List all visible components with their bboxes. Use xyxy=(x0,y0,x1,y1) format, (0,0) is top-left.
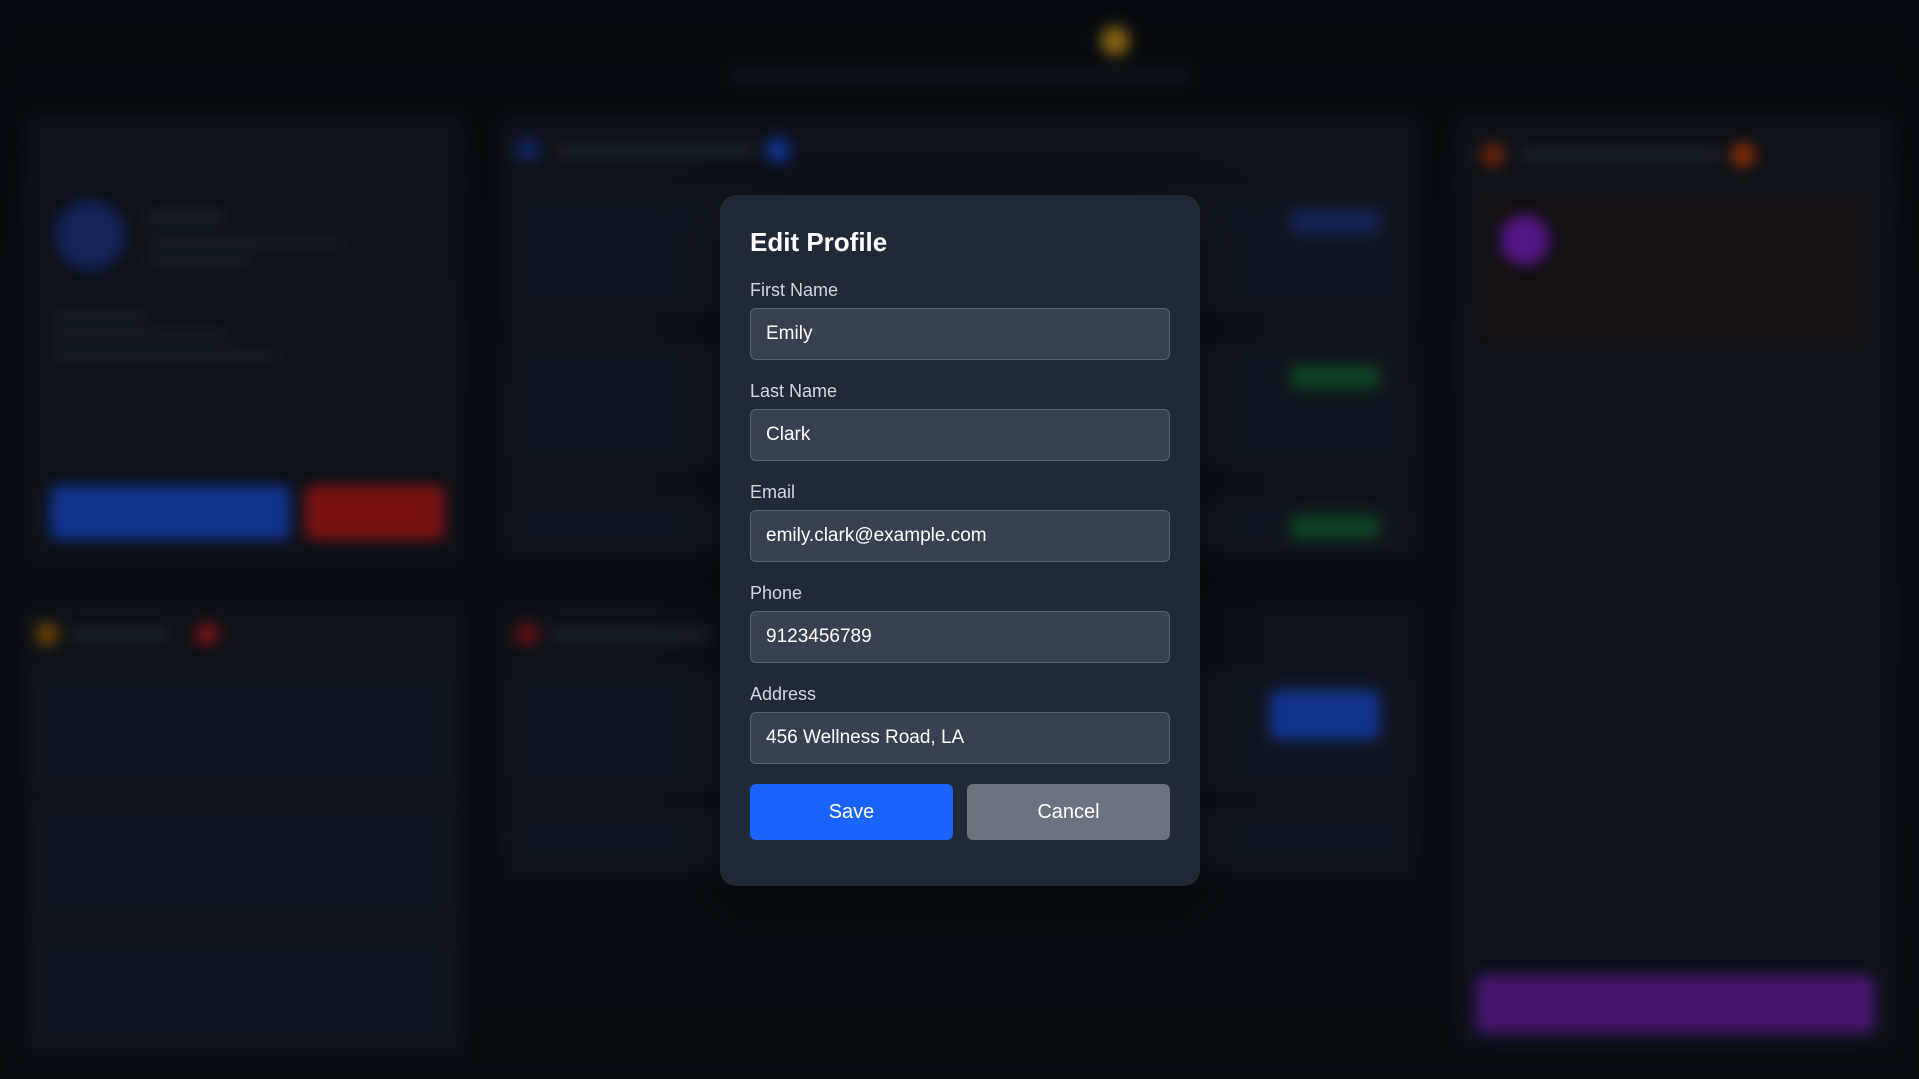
email-field: Email xyxy=(750,481,1170,562)
edit-profile-modal: Edit Profile First Name Last Name Email … xyxy=(720,195,1200,886)
save-button[interactable]: Save xyxy=(750,784,953,840)
email-label: Email xyxy=(750,482,796,502)
first-name-input[interactable] xyxy=(750,308,1170,360)
phone-label: Phone xyxy=(750,583,803,603)
phone-field: Phone xyxy=(750,582,1170,663)
first-name-field: First Name xyxy=(750,279,1170,360)
last-name-input[interactable] xyxy=(750,409,1170,461)
first-name-label: First Name xyxy=(750,280,839,300)
last-name-label: Last Name xyxy=(750,381,838,401)
cancel-button[interactable]: Cancel xyxy=(967,784,1170,840)
modal-actions: Save Cancel xyxy=(750,784,1170,840)
last-name-field: Last Name xyxy=(750,380,1170,461)
email-input[interactable] xyxy=(750,510,1170,562)
modal-title: Edit Profile xyxy=(750,227,888,257)
address-label: Address xyxy=(750,684,817,704)
phone-input[interactable] xyxy=(750,611,1170,663)
address-field: Address xyxy=(750,683,1170,764)
address-input[interactable] xyxy=(750,712,1170,764)
